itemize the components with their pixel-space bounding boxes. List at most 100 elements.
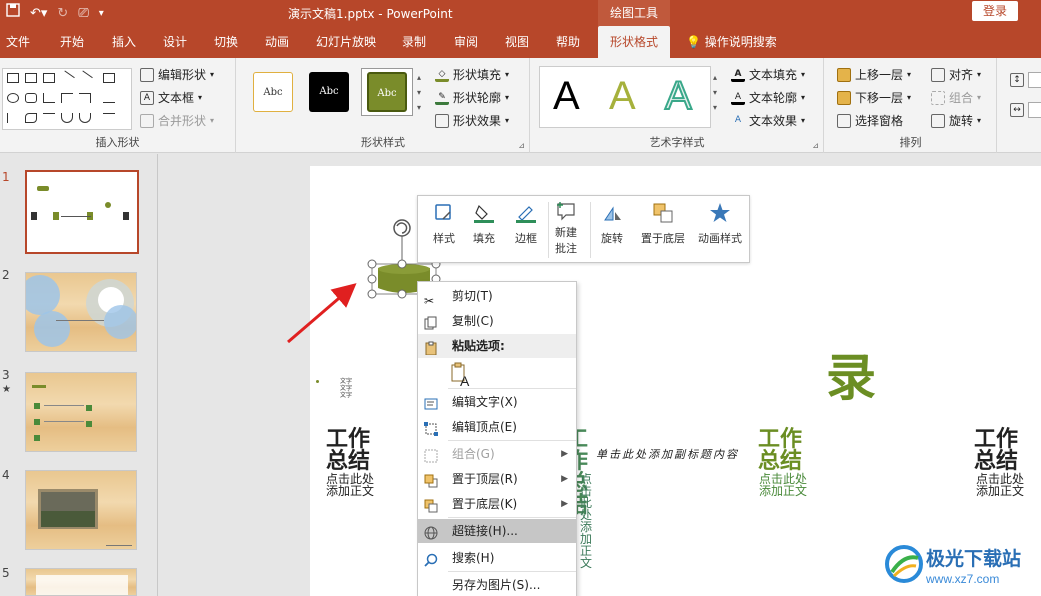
save-icon[interactable] <box>6 3 20 24</box>
mini-rotate-button[interactable]: 旋转 <box>590 202 634 246</box>
shape-outline-button[interactable]: ✎ 形状轮廓 ▾ <box>435 89 509 106</box>
title-block-1[interactable]: 工作 总结 <box>326 428 386 472</box>
wordart-launcher-icon[interactable]: ⊿ <box>812 141 819 150</box>
align-button[interactable]: 对齐 ▾ <box>931 66 981 83</box>
height-field[interactable]: ↕ <box>1010 72 1041 88</box>
tab-slideshow[interactable]: 幻灯片放映 <box>316 26 376 58</box>
slide-thumbnail-5[interactable] <box>25 568 137 596</box>
shape-rounded-rect-icon[interactable] <box>25 93 37 103</box>
group-button[interactable]: 组合 ▾ <box>931 89 981 106</box>
redo-icon[interactable]: ↻ <box>57 4 68 24</box>
shape-connector-icon[interactable] <box>103 93 115 103</box>
login-button[interactable]: 登录 <box>972 1 1018 21</box>
shape-styles-launcher-icon[interactable]: ⊿ <box>518 141 525 150</box>
decorative-character[interactable]: 录 <box>826 338 876 410</box>
tab-record[interactable]: 录制 <box>402 26 426 58</box>
tab-shape-format[interactable]: 形状格式 <box>598 26 671 58</box>
menu-cut[interactable]: ✂ 剪切(T) <box>418 284 576 308</box>
title-block-4[interactable]: 工作 总结 <box>974 428 1034 472</box>
tab-home[interactable]: 开始 <box>60 26 84 58</box>
body-placeholder-1[interactable]: 点击此处 添加正文 <box>326 473 374 497</box>
present-icon[interactable]: ⎚ <box>78 4 88 24</box>
subtitle-placeholder[interactable]: 单击此处添加副标题内容 <box>596 446 739 462</box>
body-placeholder-4[interactable]: 点击此处 添加正文 <box>976 473 1024 497</box>
paste-keep-text-icon[interactable]: A <box>450 362 472 389</box>
bring-forward-button[interactable]: 上移一层 ▾ <box>837 66 911 83</box>
wordart-outline[interactable]: A <box>664 73 693 119</box>
menu-search[interactable]: 搜索(H) <box>418 546 576 570</box>
watermark-logo-icon <box>885 545 923 583</box>
undo-icon[interactable]: ↶▾ <box>30 4 47 24</box>
tab-view[interactable]: 视图 <box>505 26 529 58</box>
shape-brace-icon[interactable] <box>43 113 55 123</box>
menu-edit-points[interactable]: 编辑顶点(E) <box>418 415 576 439</box>
menu-hyperlink[interactable]: 超链接(H)... <box>418 519 576 543</box>
edit-text-icon <box>424 395 438 410</box>
tiny-dot <box>316 380 319 383</box>
merge-shapes-button[interactable]: 合并形状 ▾ <box>140 112 214 129</box>
shape-line-icon[interactable] <box>59 70 75 86</box>
style-swatch-green[interactable]: Abc <box>367 72 407 112</box>
slide-thumbnail-4[interactable] <box>25 470 137 550</box>
menu-bring-front[interactable]: 置于顶层(R) ▶ <box>418 467 576 491</box>
slide-thumbnail-3[interactable] <box>25 372 137 452</box>
tab-tell-me[interactable]: 💡 操作说明搜索 <box>686 26 777 58</box>
style-gallery-scroll[interactable]: ▴ ▾ ▾ <box>417 70 429 118</box>
shape-oval-icon[interactable] <box>7 93 19 103</box>
tab-transitions[interactable]: 切换 <box>214 26 238 58</box>
shape-effects-button[interactable]: 形状效果 ▾ <box>435 112 509 129</box>
send-backward-button[interactable]: 下移一层 ▾ <box>837 89 911 106</box>
menu-edit-text[interactable]: 编辑文字(X) <box>418 390 576 414</box>
menu-copy[interactable]: 复制(C) <box>418 309 576 333</box>
shape-textbox-icon[interactable] <box>25 73 37 83</box>
shape-triangle-icon[interactable] <box>43 93 55 103</box>
shape-curve-icon[interactable] <box>61 113 73 123</box>
shape-elbow-icon[interactable] <box>61 93 73 103</box>
edit-shape-button[interactable]: 编辑形状 ▾ <box>140 66 214 83</box>
body-placeholder-3[interactable]: 点击此处 添加正文 <box>759 473 807 497</box>
mini-send-back-button[interactable]: 置于底层 <box>636 202 690 246</box>
tab-help[interactable]: 帮助 <box>556 26 580 58</box>
tab-design[interactable]: 设计 <box>163 26 187 58</box>
menu-save-as-picture[interactable]: 另存为图片(S)... <box>418 573 576 596</box>
text-effects-button[interactable]: A 文本效果 ▾ <box>731 112 805 129</box>
shape-vtextbox-icon[interactable] <box>43 73 55 83</box>
width-field[interactable]: ↔ <box>1010 102 1041 118</box>
mini-style-button[interactable]: 样式 <box>422 202 466 246</box>
mini-animation-button[interactable]: 动画样式 <box>692 202 748 246</box>
tab-review[interactable]: 审阅 <box>454 26 478 58</box>
customize-qat-icon[interactable]: ▾ <box>99 4 104 24</box>
wordart-black[interactable]: A <box>553 74 580 119</box>
wordart-gallery-scroll[interactable]: ▴ ▾ ▾ <box>713 70 725 118</box>
wordart-olive[interactable]: A <box>609 74 636 119</box>
menu-send-back[interactable]: 置于底层(K) ▶ <box>418 492 576 516</box>
mini-outline-button[interactable]: 边框 <box>504 202 548 246</box>
shape-arrow-down-icon[interactable] <box>7 113 19 123</box>
shape-rect-icon[interactable] <box>7 73 19 83</box>
tab-insert[interactable]: 插入 <box>112 26 136 58</box>
shape-freeform-icon[interactable] <box>25 113 37 123</box>
menu-group[interactable]: 组合(G) ▶ <box>418 442 576 466</box>
title-block-3[interactable]: 工作 总结 <box>758 428 818 472</box>
shape-gallery[interactable] <box>2 68 132 130</box>
rotate-button[interactable]: 旋转 ▾ <box>931 112 981 129</box>
shape-more-icon[interactable] <box>103 113 115 123</box>
mini-fill-button[interactable]: 填充 <box>462 202 506 246</box>
slide-thumbnail-1[interactable] <box>25 170 139 254</box>
mini-new-comment-button[interactable]: 新建 批注 <box>544 200 588 256</box>
text-box-button[interactable]: A 文本框 ▾ <box>140 89 202 106</box>
shape-fill-button[interactable]: ◇ 形状填充 ▾ <box>435 66 509 83</box>
tab-file[interactable]: 文件 <box>6 26 30 58</box>
shape-square-icon[interactable] <box>103 73 115 83</box>
drawing-tools-label: 绘图工具 <box>598 0 670 26</box>
style-swatch-black[interactable]: Abc <box>309 72 349 112</box>
slide-thumbnail-2[interactable] <box>25 272 137 352</box>
text-outline-button[interactable]: A 文本轮廓 ▾ <box>731 89 805 106</box>
text-fill-button[interactable]: A 文本填充 ▾ <box>731 66 805 83</box>
tab-animations[interactable]: 动画 <box>265 26 289 58</box>
shape-curve2-icon[interactable] <box>79 113 91 123</box>
selection-pane-button[interactable]: 选择窗格 <box>837 112 903 129</box>
shape-elbow2-icon[interactable] <box>79 93 91 103</box>
shape-arrow-icon[interactable] <box>77 70 93 86</box>
style-swatch-white[interactable]: Abc <box>253 72 293 112</box>
